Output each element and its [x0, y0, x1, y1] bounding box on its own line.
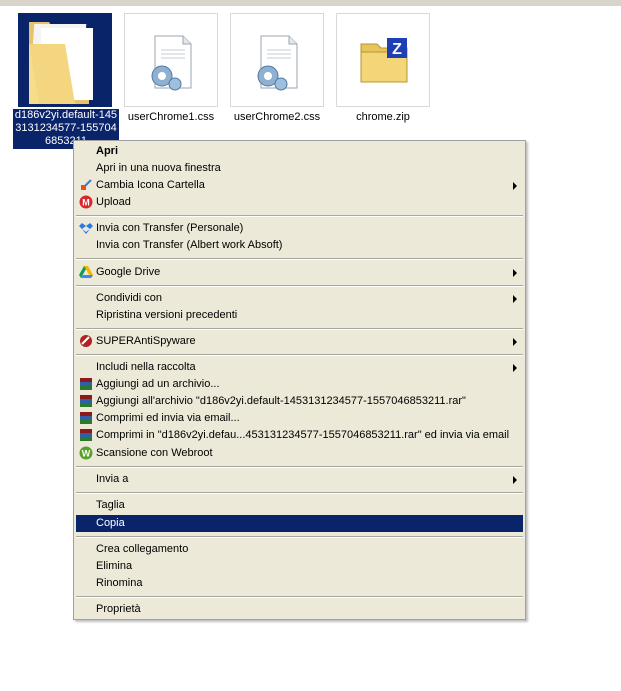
menu-separator: [76, 215, 523, 217]
context-menu: Apri Apri in una nuova finestra Cambia I…: [73, 140, 526, 620]
file-item-userchrome2[interactable]: userChrome2.css: [225, 13, 329, 124]
css-file-icon: [124, 13, 218, 107]
css-file-icon: [230, 13, 324, 107]
menu-item-share-with[interactable]: Condividi con: [76, 290, 523, 307]
menu-separator: [76, 258, 523, 260]
menu-item-upload[interactable]: M Upload: [76, 194, 523, 211]
submenu-arrow-icon: [513, 182, 517, 190]
zip-folder-icon: Z: [336, 13, 430, 107]
window-top-border: [0, 0, 621, 6]
paint-brush-icon: [79, 178, 93, 192]
folder-icon: [18, 13, 112, 107]
menu-item-compress-rar-email[interactable]: Comprimi in "d186v2yi.defau...4531312345…: [76, 427, 523, 444]
dropbox-icon: [79, 221, 93, 235]
file-name: userChrome1.css: [127, 111, 215, 123]
submenu-arrow-icon: [513, 269, 517, 277]
menu-item-add-to-archive[interactable]: Aggiungi ad un archivio...: [76, 376, 523, 393]
winrar-icon: [79, 394, 93, 408]
winrar-icon: [79, 377, 93, 391]
menu-item-properties[interactable]: Proprietà: [76, 601, 523, 618]
menu-item-create-shortcut[interactable]: Crea collegamento: [76, 541, 523, 558]
menu-separator: [76, 596, 523, 598]
svg-text:Z: Z: [392, 41, 402, 58]
menu-item-open-new-window[interactable]: Apri in una nuova finestra: [76, 160, 523, 177]
menu-separator: [76, 354, 523, 356]
submenu-arrow-icon: [513, 364, 517, 372]
menu-item-transfer-personal[interactable]: Invia con Transfer (Personale): [76, 220, 523, 237]
webroot-icon: W: [79, 446, 93, 460]
menu-item-change-folder-icon[interactable]: Cambia Icona Cartella: [76, 177, 523, 194]
menu-separator: [76, 536, 523, 538]
winrar-icon: [79, 428, 93, 442]
file-item-folder[interactable]: d186v2yi.default-1453131234577-155704685…: [13, 13, 119, 149]
submenu-arrow-icon: [513, 295, 517, 303]
file-item-userchrome1[interactable]: userChrome1.css: [119, 13, 223, 124]
menu-separator: [76, 285, 523, 287]
file-name: chrome.zip: [356, 111, 410, 123]
svg-text:M: M: [82, 198, 90, 208]
file-name: userChrome2.css: [233, 111, 321, 123]
menu-item-add-to-rar[interactable]: Aggiungi all'archivio "d186v2yi.default-…: [76, 393, 523, 410]
menu-item-google-drive[interactable]: Google Drive: [76, 264, 523, 281]
mega-icon: M: [79, 195, 93, 209]
menu-item-rename[interactable]: Rinomina: [76, 575, 523, 592]
file-item-chrome-zip[interactable]: Z chrome.zip: [331, 13, 435, 124]
menu-separator: [76, 466, 523, 468]
menu-separator: [76, 492, 523, 494]
menu-item-send-to[interactable]: Invia a: [76, 471, 523, 488]
submenu-arrow-icon: [513, 476, 517, 484]
menu-item-transfer-work[interactable]: Invia con Transfer (Albert work Absoft): [76, 237, 523, 254]
superantispyware-icon: [79, 334, 93, 348]
winrar-icon: [79, 411, 93, 425]
menu-item-superantispyware[interactable]: SUPERAntiSpyware: [76, 333, 523, 350]
menu-item-copy[interactable]: Copia: [76, 515, 523, 532]
menu-item-compress-email[interactable]: Comprimi ed invia via email...: [76, 410, 523, 427]
google-drive-icon: [79, 265, 93, 279]
menu-item-webroot-scan[interactable]: W Scansione con Webroot: [76, 445, 523, 462]
menu-item-restore-previous[interactable]: Ripristina versioni precedenti: [76, 307, 523, 324]
svg-text:W: W: [82, 449, 91, 459]
submenu-arrow-icon: [513, 338, 517, 346]
menu-separator: [76, 328, 523, 330]
menu-item-open[interactable]: Apri: [76, 143, 523, 160]
menu-item-delete[interactable]: Elimina: [76, 558, 523, 575]
menu-item-include-in-library[interactable]: Includi nella raccolta: [76, 359, 523, 376]
menu-item-cut[interactable]: Taglia: [76, 497, 523, 514]
